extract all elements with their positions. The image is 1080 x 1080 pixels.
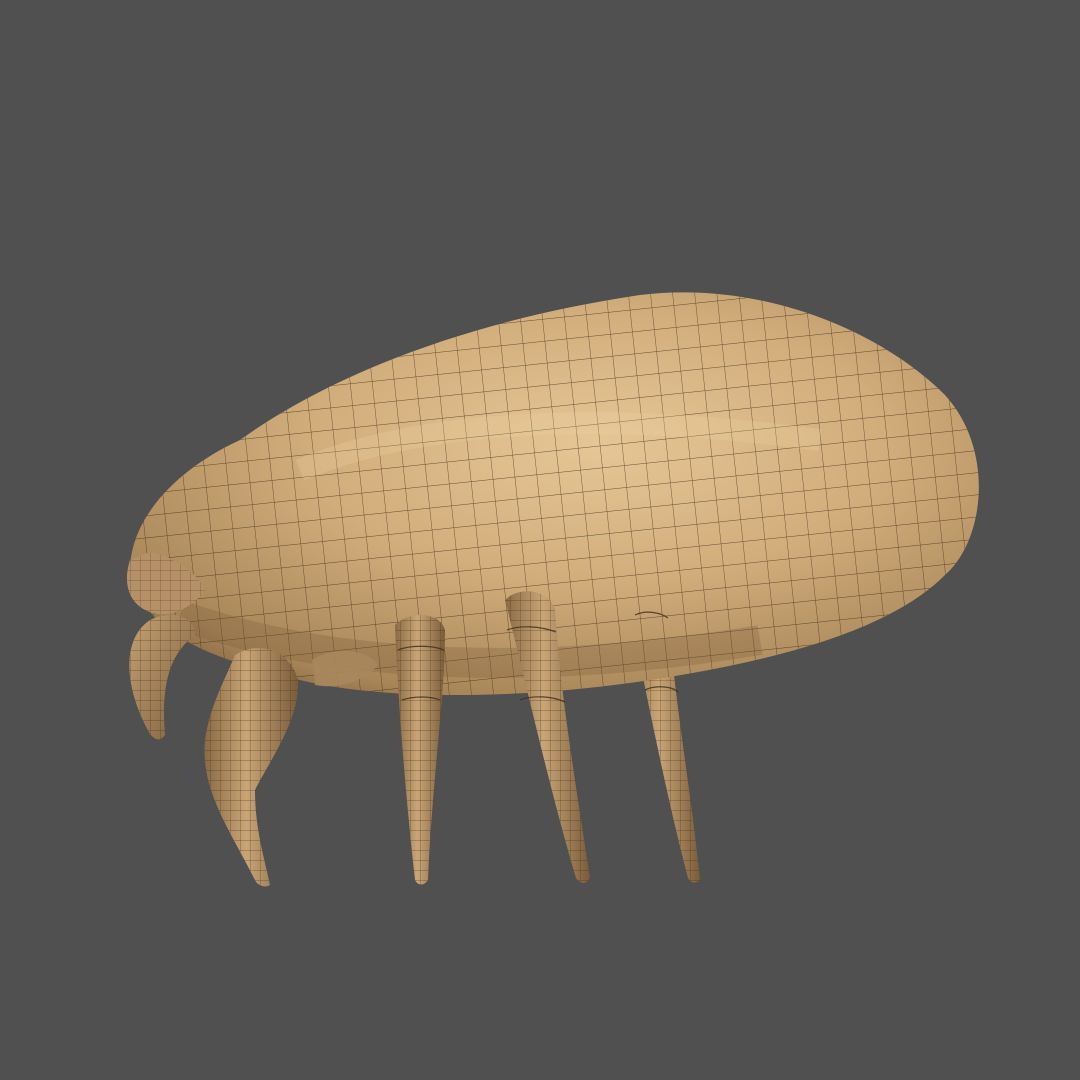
3d-viewport[interactable]	[0, 0, 1080, 1080]
mite-render-scene	[0, 0, 1080, 1080]
